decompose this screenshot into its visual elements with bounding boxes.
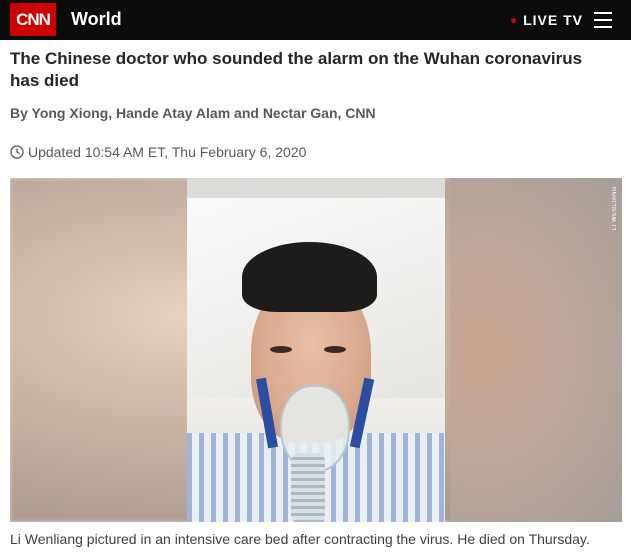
image-photo-center [187,178,445,522]
image-credit: LI WENLIANG [612,186,618,231]
image-caption: Li Wenliang pictured in an intensive car… [10,531,590,547]
live-tv-link[interactable]: LIVE TV [511,12,583,28]
menu-line [594,19,612,21]
hamburger-menu-icon[interactable] [594,12,614,28]
hair-shape [242,242,377,312]
updated-text: Updated 10:54 AM ET, Thu February 6, 202… [28,144,307,160]
live-tv-label: LIVE TV [523,12,583,28]
menu-line [594,12,612,14]
left-eye-shape [270,346,292,353]
cnn-logo[interactable]: CNN [10,3,56,36]
right-eye-shape [324,346,346,353]
article-updated-timestamp: Updated 10:54 AM ET, Thu February 6, 202… [10,144,306,160]
article-main-image[interactable]: LI WENLIANG [10,178,622,522]
article-headline: The Chinese doctor who sounded the alarm… [10,49,583,90]
section-title[interactable]: World [71,9,122,30]
article-byline[interactable]: By Yong Xiong, Hande Atay Alam and Necta… [10,102,430,124]
oxygen-tube-shape [291,453,325,522]
live-indicator-dot-icon [511,17,517,23]
top-navigation-bar: CNN World LIVE TV [0,0,631,40]
image-blur-right [450,178,622,522]
menu-line [594,26,612,28]
clock-icon [10,145,24,159]
